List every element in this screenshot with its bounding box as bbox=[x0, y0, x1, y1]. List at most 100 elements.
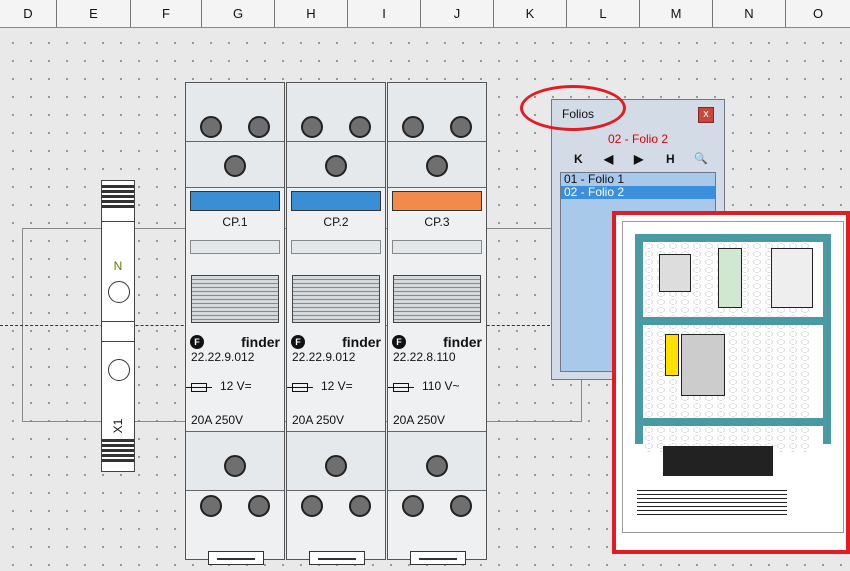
screw-icon bbox=[224, 455, 246, 477]
relay-module[interactable]: CP.2 F finder 22.22.9.012 12 V= 20A 250V bbox=[286, 82, 386, 565]
model-number: 22.22.9.012 bbox=[292, 350, 356, 364]
coil-voltage: 110 V~ bbox=[422, 379, 460, 393]
label-slot bbox=[190, 240, 280, 254]
vent-grille bbox=[191, 275, 279, 323]
terminal-label-x1: X1 bbox=[111, 418, 125, 434]
close-icon[interactable]: x bbox=[698, 107, 714, 123]
vent-grille bbox=[393, 275, 481, 323]
column-ruler: D E F G H I J K L M N O bbox=[0, 0, 850, 28]
coil-symbol-icon bbox=[388, 383, 414, 392]
module-color-bar bbox=[291, 191, 381, 211]
preview-duct bbox=[635, 418, 831, 426]
brand-name: finder bbox=[443, 334, 482, 350]
terminal-divider bbox=[102, 221, 134, 222]
first-folio-button[interactable]: K bbox=[574, 152, 583, 166]
model-number: 22.22.9.012 bbox=[191, 350, 255, 364]
preview-duct bbox=[635, 317, 831, 325]
terminal-block[interactable]: N X1 bbox=[101, 180, 135, 472]
preview-device bbox=[681, 334, 725, 396]
module-cp-label: CP.3 bbox=[424, 215, 450, 229]
column-header: J bbox=[421, 0, 494, 27]
preview-duct bbox=[635, 234, 831, 242]
brand-name: finder bbox=[342, 334, 381, 350]
screw-zone bbox=[287, 83, 385, 142]
terminal-stripes bbox=[102, 185, 134, 210]
screw-icon bbox=[450, 495, 472, 517]
din-clip bbox=[208, 551, 264, 565]
coil-symbol-icon bbox=[287, 383, 313, 392]
screw-icon bbox=[248, 495, 270, 517]
screw-icon bbox=[325, 155, 347, 177]
column-header: D bbox=[0, 0, 57, 27]
screw-icon bbox=[301, 495, 323, 517]
previous-folio-button[interactable]: ◀ bbox=[604, 152, 613, 166]
label-slot bbox=[291, 240, 381, 254]
relay-module[interactable]: CP.1 F finder 22.22.9.012 12 V= 20A 250V bbox=[185, 82, 285, 565]
column-header: K bbox=[494, 0, 567, 27]
brand-row: F finder bbox=[291, 334, 383, 351]
brand-name: finder bbox=[241, 334, 280, 350]
finder-logo-icon: F bbox=[291, 335, 305, 349]
column-header: M bbox=[640, 0, 713, 27]
screw-icon bbox=[402, 116, 424, 138]
terminal-stripes bbox=[102, 439, 134, 464]
label-slot bbox=[392, 240, 482, 254]
screw-icon bbox=[426, 455, 448, 477]
model-number: 22.22.8.110 bbox=[393, 350, 456, 364]
screw-icon bbox=[402, 495, 424, 517]
preview-duct bbox=[823, 234, 831, 444]
brand-row: F finder bbox=[190, 334, 282, 351]
coil-voltage: 12 V= bbox=[321, 379, 353, 393]
brand-row: F finder bbox=[392, 334, 484, 351]
screw-icon bbox=[248, 116, 270, 138]
column-header: F bbox=[131, 0, 202, 27]
column-header: G bbox=[202, 0, 275, 27]
module-cp-label: CP.1 bbox=[222, 215, 248, 229]
screw-zone bbox=[186, 83, 284, 142]
preview-device bbox=[659, 254, 691, 292]
column-header: L bbox=[567, 0, 640, 27]
preview-device bbox=[771, 248, 813, 308]
terminal-screw bbox=[108, 281, 130, 303]
terminal-divider bbox=[102, 321, 134, 322]
finder-logo-icon: F bbox=[190, 335, 204, 349]
module-cp-label: CP.2 bbox=[323, 215, 349, 229]
contact-rating: 20A 250V bbox=[393, 413, 446, 427]
column-header: E bbox=[57, 0, 131, 27]
preview-terminal-strip bbox=[663, 446, 773, 476]
highlight-ellipse bbox=[520, 85, 626, 131]
screw-icon bbox=[224, 155, 246, 177]
screw-icon bbox=[450, 116, 472, 138]
screw-icon bbox=[349, 116, 371, 138]
column-header: N bbox=[713, 0, 786, 27]
preview-duct bbox=[635, 234, 643, 444]
preview-notes-text bbox=[637, 490, 787, 518]
din-clip bbox=[410, 551, 466, 565]
preview-device bbox=[718, 248, 742, 308]
vent-grille bbox=[292, 275, 380, 323]
module-color-bar bbox=[190, 191, 280, 211]
column-header: O bbox=[812, 6, 824, 21]
coil-voltage: 12 V= bbox=[220, 379, 252, 393]
relay-module[interactable]: CP.3 F finder 22.22.8.110 110 V~ 20A 250… bbox=[387, 82, 487, 565]
column-header: I bbox=[348, 0, 421, 27]
folio-preview-thumbnail[interactable] bbox=[612, 211, 850, 554]
screw-icon bbox=[349, 495, 371, 517]
terminal-screw bbox=[108, 359, 130, 381]
screw-icon bbox=[200, 116, 222, 138]
terminal-label-n: N bbox=[113, 259, 123, 273]
contact-rating: 20A 250V bbox=[191, 413, 244, 427]
preview-device bbox=[665, 334, 679, 376]
din-clip bbox=[309, 551, 365, 565]
last-folio-button[interactable]: H bbox=[666, 152, 675, 166]
list-item[interactable]: 02 - Folio 2 bbox=[561, 186, 715, 199]
finder-logo-icon: F bbox=[392, 335, 406, 349]
screw-icon bbox=[301, 116, 323, 138]
coil-symbol-icon bbox=[186, 383, 212, 392]
screw-icon bbox=[200, 495, 222, 517]
next-folio-button[interactable]: ▶ bbox=[634, 152, 643, 166]
contact-rating: 20A 250V bbox=[292, 413, 345, 427]
search-icon[interactable]: 🔍 bbox=[694, 152, 708, 165]
screw-icon bbox=[426, 155, 448, 177]
column-header: H bbox=[275, 0, 348, 27]
